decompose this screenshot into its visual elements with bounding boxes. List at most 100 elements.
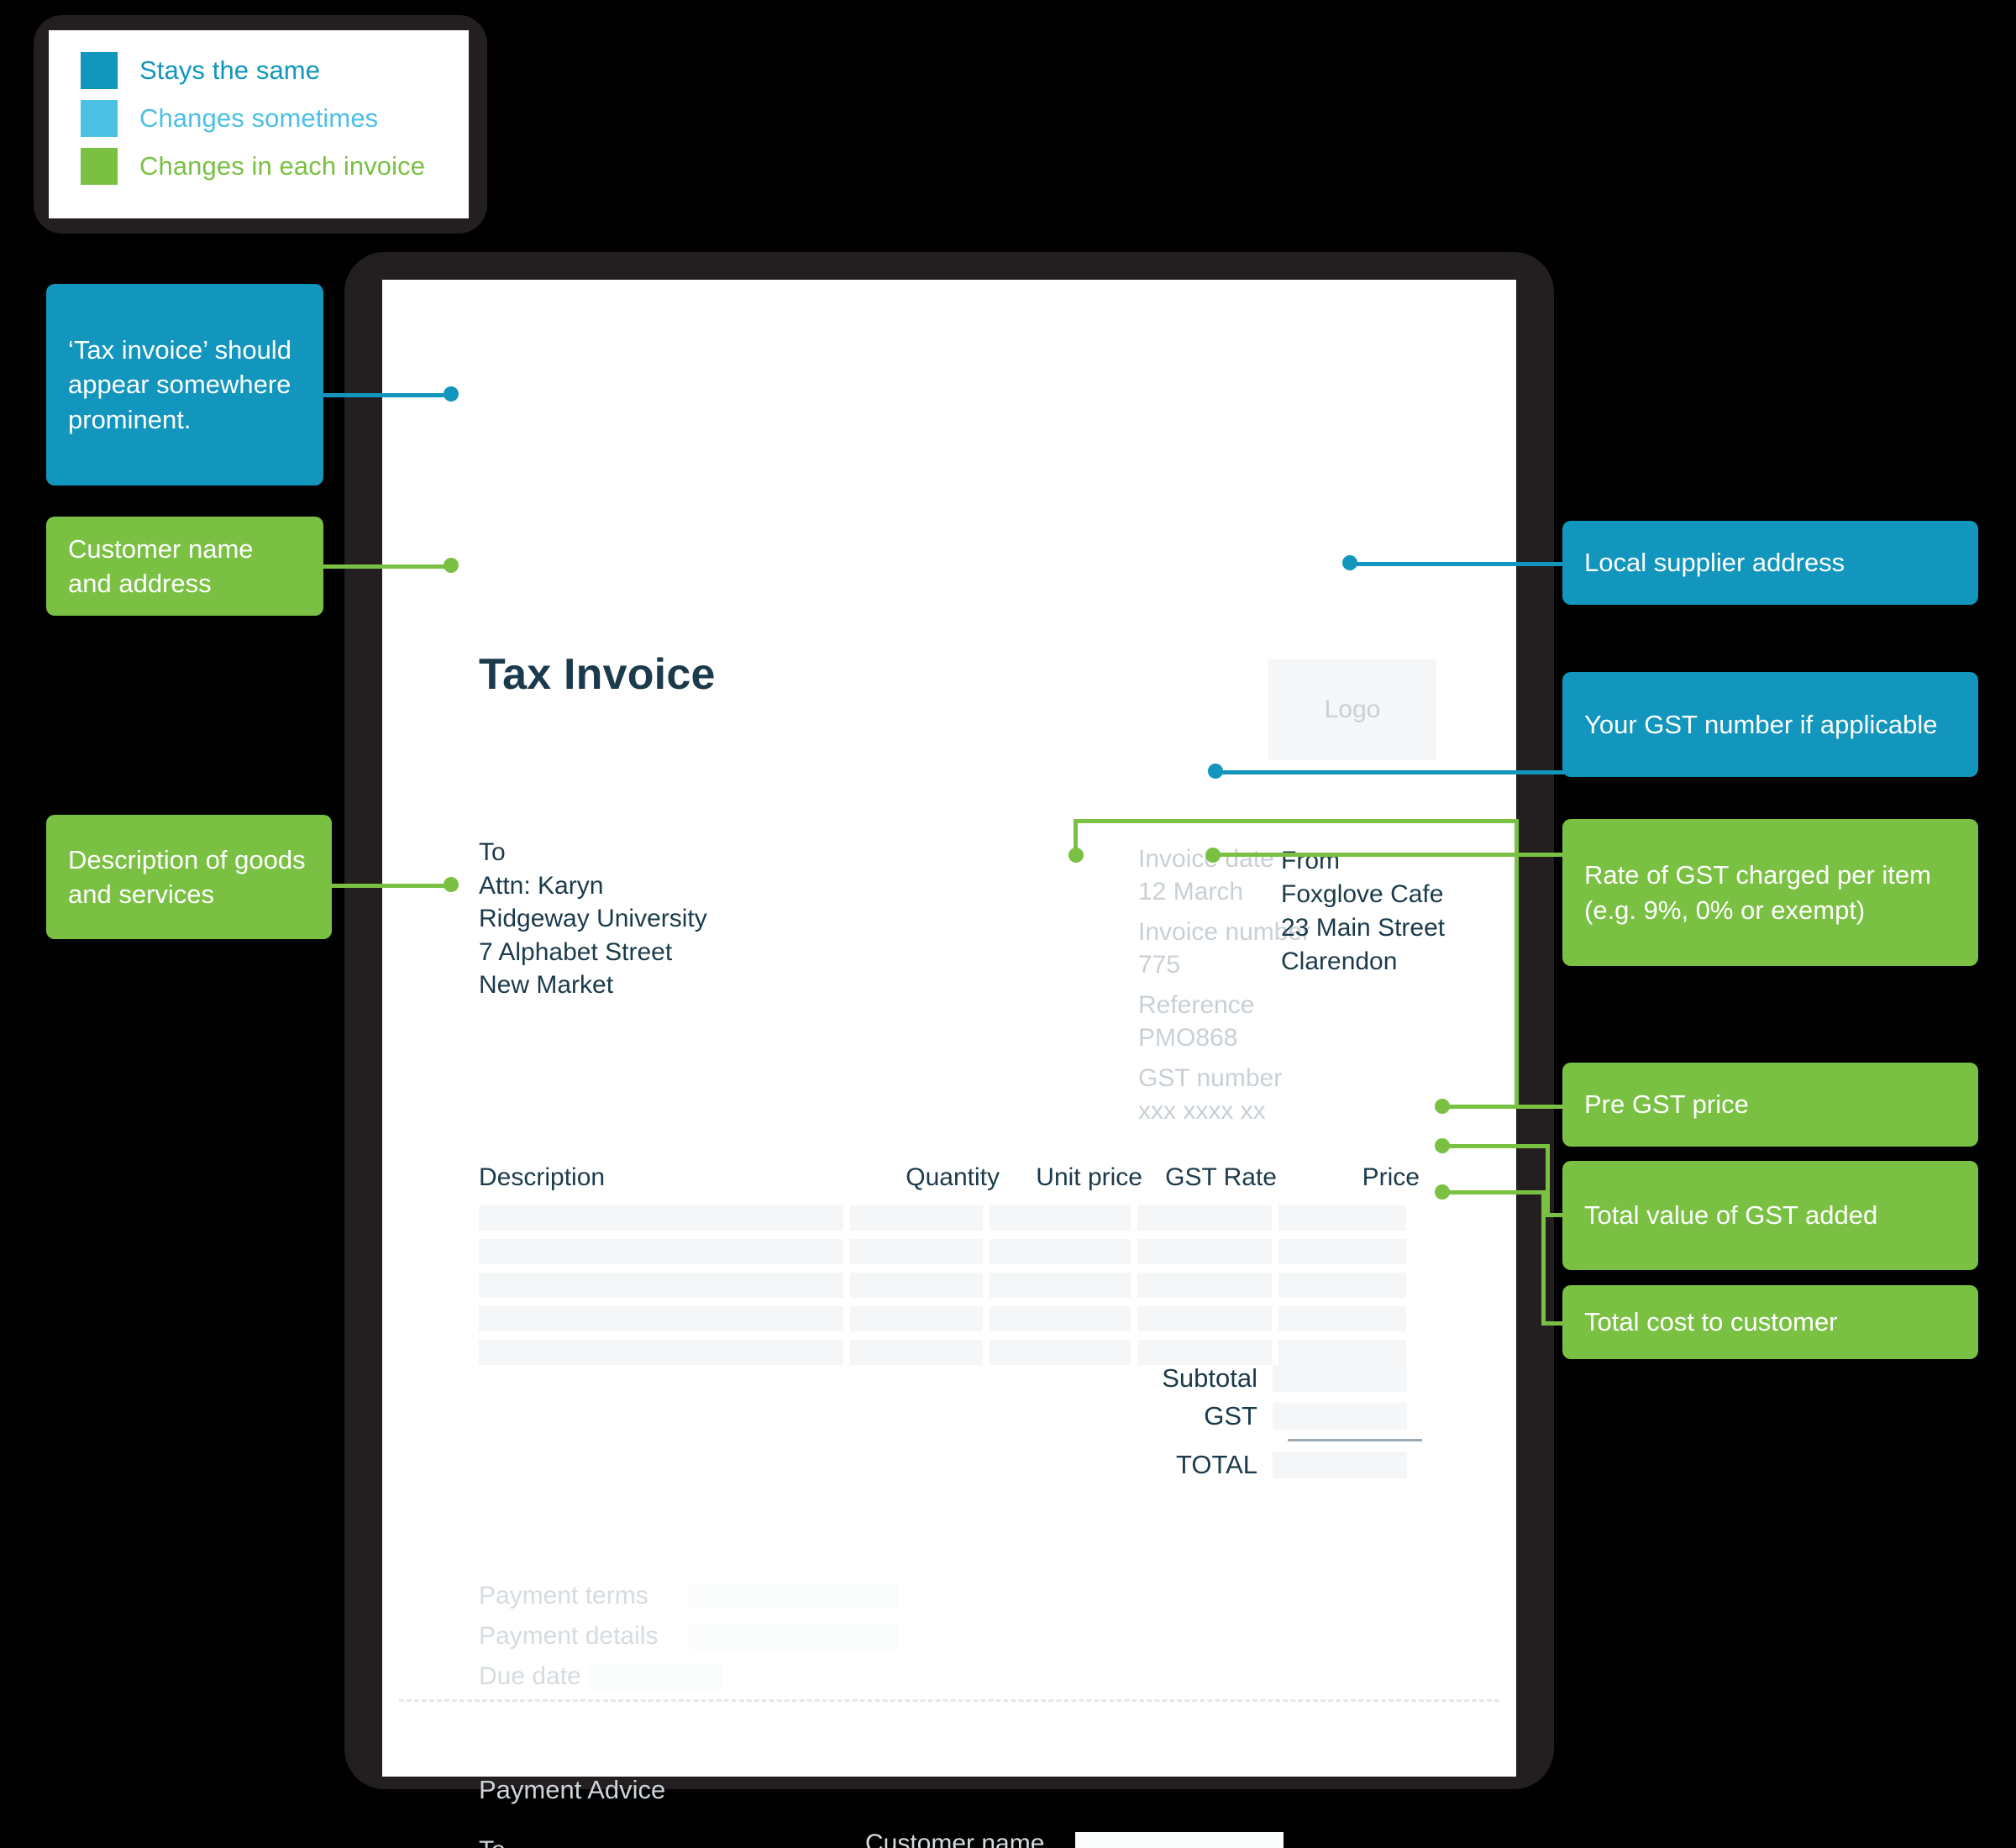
bill-to-line-2: Ridgeway University	[479, 905, 707, 933]
column-header-description: Description	[479, 1163, 606, 1191]
cell-description	[479, 1306, 843, 1331]
callout-tax-invoice: ‘Tax invoice’ should appear somewhere pr…	[46, 284, 323, 486]
cell-quantity	[850, 1306, 983, 1331]
cell-gst-rate	[1137, 1306, 1272, 1331]
callout-pre-gst-price-label: Pre GST price	[1584, 1089, 1749, 1120]
legend-item-changes-each-invoice: Changes in each invoice	[81, 148, 469, 185]
cell-description	[479, 1273, 843, 1298]
connector-supplier-dot	[1342, 555, 1357, 570]
cell-gst-rate	[1137, 1205, 1272, 1231]
cell-quantity	[850, 1340, 983, 1365]
connector-description-dot	[444, 877, 459, 892]
legend-label-changes-each-invoice: Changes in each invoice	[139, 151, 426, 181]
cell-description	[479, 1205, 843, 1231]
payment-terms-block: Payment terms Payment details Due date	[479, 1582, 899, 1703]
reference-value: PMO868	[1138, 1024, 1238, 1052]
payment-advice-fields: Customer name Invoice number Due date Am…	[865, 1830, 1284, 1848]
legend-card: Stays the same Changes sometimes Changes…	[49, 30, 469, 218]
subtotal-value	[1273, 1365, 1407, 1392]
legend-swatch-blue-dark	[81, 52, 118, 89]
cell-quantity	[850, 1205, 983, 1231]
table-row	[479, 1340, 1420, 1365]
callout-pre-gst-price: Pre GST price	[1562, 1063, 1978, 1147]
due-date-label: Due date	[479, 1662, 581, 1690]
table-row	[479, 1306, 1420, 1331]
bill-to-line-4: New Market	[479, 971, 614, 1000]
gst-label: GST	[1204, 1401, 1257, 1431]
column-header-quantity: Quantity	[906, 1163, 1000, 1191]
connector-pre-gst-hline	[1441, 1105, 1567, 1109]
table-row	[479, 1239, 1420, 1264]
cell-unit-price	[990, 1239, 1131, 1264]
connector-tax-invoice-dot	[444, 386, 459, 402]
cell-unit-price	[990, 1273, 1131, 1298]
legend-item-stays-same: Stays the same	[81, 52, 469, 89]
payment-details-label: Payment details	[479, 1622, 659, 1650]
total-label: TOTAL	[1175, 1450, 1257, 1479]
advice-tear-line	[399, 1699, 1499, 1702]
column-header-unit-price: Unit price	[1036, 1163, 1142, 1191]
advice-to-label: To	[479, 1834, 643, 1848]
column-header-gst-rate: GST Rate	[1165, 1163, 1277, 1191]
bill-to-block: To Attn: Karyn Ridgeway University 7 Alp…	[479, 836, 707, 1002]
bill-to-line-3: 7 Alphabet Street	[479, 937, 673, 966]
cell-price	[1278, 1340, 1406, 1365]
cell-price	[1278, 1205, 1406, 1231]
total-value	[1273, 1452, 1407, 1478]
invoice-document: Tax Invoice Logo To Attn: Karyn Ridgeway…	[382, 280, 1516, 1848]
callout-total-cost: Total cost to customer	[1562, 1285, 1978, 1359]
payment-advice-to-block: To Foxglove Cafe 23 Main Street Clarendo…	[479, 1834, 643, 1848]
connector-customer-line	[323, 564, 449, 569]
cell-quantity	[850, 1273, 983, 1298]
advice-customer-name-value	[1075, 1832, 1284, 1848]
connector-total-cost-vline	[1541, 1190, 1546, 1325]
bill-to-line-1: Attn: Karyn	[479, 871, 604, 900]
payment-advice-title: Payment Advice	[479, 1775, 666, 1804]
gst-number-label: GST number	[1138, 1064, 1283, 1092]
cell-price	[1278, 1273, 1406, 1298]
due-date-row: Due date	[479, 1662, 899, 1691]
from-line-3: Clarendon	[1281, 947, 1398, 975]
callout-gst-rate: Rate of GST charged per item (e.g. 9%, 0…	[1562, 819, 1978, 966]
cell-gst-rate	[1137, 1239, 1272, 1264]
callout-gst-number-label: Your GST number if applicable	[1584, 709, 1938, 739]
cell-description	[479, 1239, 843, 1264]
callout-total-gst-label: Total value of GST added	[1584, 1200, 1878, 1231]
from-label: From	[1281, 847, 1340, 874]
totals-divider	[1288, 1439, 1422, 1441]
reference-label: Reference	[1138, 991, 1255, 1019]
from-line-1: Foxglove Cafe	[1281, 879, 1444, 908]
bill-to-label: To	[479, 838, 506, 866]
legend-item-changes-sometimes: Changes sometimes	[81, 100, 469, 137]
table-header-row: Description Quantity Unit price GST Rate…	[479, 1163, 1420, 1205]
payment-terms-row: Payment terms	[479, 1582, 899, 1610]
cell-unit-price	[990, 1306, 1131, 1331]
cell-quantity	[850, 1239, 983, 1264]
connector-total-cost-hline	[1441, 1190, 1546, 1194]
connector-description-line	[332, 884, 449, 888]
cell-unit-price	[990, 1340, 1131, 1365]
column-header-price: Price	[1362, 1163, 1420, 1191]
connector-customer-dot	[444, 558, 459, 573]
totals-row-total: TOTAL	[1021, 1450, 1422, 1480]
legend-label-stays-same: Stays the same	[139, 55, 321, 85]
cell-price	[1278, 1239, 1406, 1264]
legend-swatch-green	[81, 148, 118, 185]
cell-gst-rate	[1137, 1340, 1272, 1365]
callout-total-gst: Total value of GST added	[1562, 1161, 1978, 1270]
line-items-table: Description Quantity Unit price GST Rate…	[479, 1163, 1420, 1373]
callout-tax-invoice-label: ‘Tax invoice’ should appear somewhere pr…	[68, 335, 291, 434]
poster-canvas: Stays the same Changes sometimes Changes…	[0, 0, 2016, 1848]
table-row	[479, 1205, 1420, 1231]
callout-description-label: Description of goods and services	[68, 844, 306, 909]
cell-gst-rate	[1137, 1273, 1272, 1298]
cell-unit-price	[990, 1205, 1131, 1231]
totals-row-subtotal: Subtotal	[1021, 1363, 1422, 1394]
reference-pair: Reference PMO868	[1138, 989, 1310, 1054]
callout-gst-number: Your GST number if applicable	[1562, 672, 1978, 777]
totals-row-gst: GST	[1021, 1401, 1422, 1431]
supplier-from-block: From Foxglove Cafe 23 Main Street Claren…	[1281, 844, 1445, 979]
callout-customer: Customer name and address	[46, 517, 323, 616]
cell-price	[1278, 1306, 1406, 1331]
page-title: Tax Invoice	[479, 650, 716, 699]
